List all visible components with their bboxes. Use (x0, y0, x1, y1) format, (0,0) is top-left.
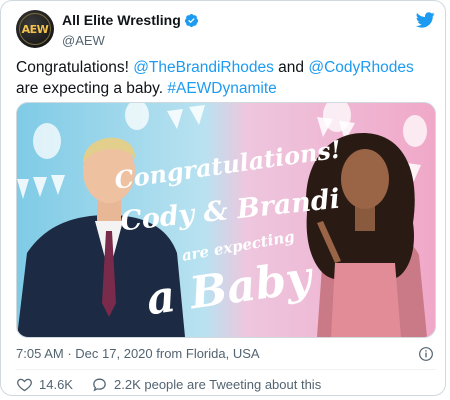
twitter-bird-icon[interactable] (414, 10, 436, 30)
hashtag-link[interactable]: #AEWDynamite (167, 80, 276, 97)
display-name-row[interactable]: All Elite Wrestling (62, 12, 199, 28)
tweet-date[interactable]: Dec 17, 2020 (75, 346, 152, 361)
tweet-header: AEW All Elite Wrestling @AEW (16, 10, 436, 50)
tweet-location: from Florida, USA (156, 346, 260, 361)
account-names: All Elite Wrestling @AEW (62, 12, 199, 48)
display-name[interactable]: All Elite Wrestling (62, 12, 181, 28)
meta-separator: · (67, 346, 72, 361)
tweet-text-segment: and (273, 59, 309, 76)
like-count: 14.6K (39, 377, 73, 392)
avatar[interactable]: AEW (16, 10, 54, 48)
conversation-link[interactable]: 2.2K people are Tweeting about this (91, 376, 321, 393)
like-button[interactable]: 14.6K (16, 376, 73, 393)
info-icon[interactable] (418, 346, 434, 362)
avatar-ring (19, 13, 51, 45)
tweet-text-segment: are expecting a baby. (16, 80, 168, 97)
account-handle[interactable]: @AEW (62, 33, 199, 48)
tweet-media-image[interactable]: Congratulations! Cody & Brandi are expec… (16, 102, 436, 338)
heart-icon (17, 378, 32, 392)
mention-link[interactable]: @CodyRhodes (308, 59, 413, 76)
tweet-time[interactable]: 7:05 AM (16, 346, 64, 361)
conversation-text: 2.2K people are Tweeting about this (114, 377, 322, 392)
tweet-text: Congratulations! @TheBrandiRhodes and @C… (16, 57, 436, 99)
tweet-card[interactable]: AEW All Elite Wrestling @AEW Congratulat… (0, 0, 446, 396)
speech-bubble-icon (93, 378, 106, 392)
tweet-text-segment: Congratulations! (16, 59, 134, 76)
tweet-meta: 7:05 AM · Dec 17, 2020 from Florida, USA (16, 346, 436, 364)
announcement-graphic: Congratulations! Cody & Brandi are expec… (17, 103, 435, 337)
verified-badge-icon (184, 13, 198, 27)
divider (16, 369, 436, 370)
mention-link[interactable]: @TheBrandiRhodes (133, 59, 274, 76)
